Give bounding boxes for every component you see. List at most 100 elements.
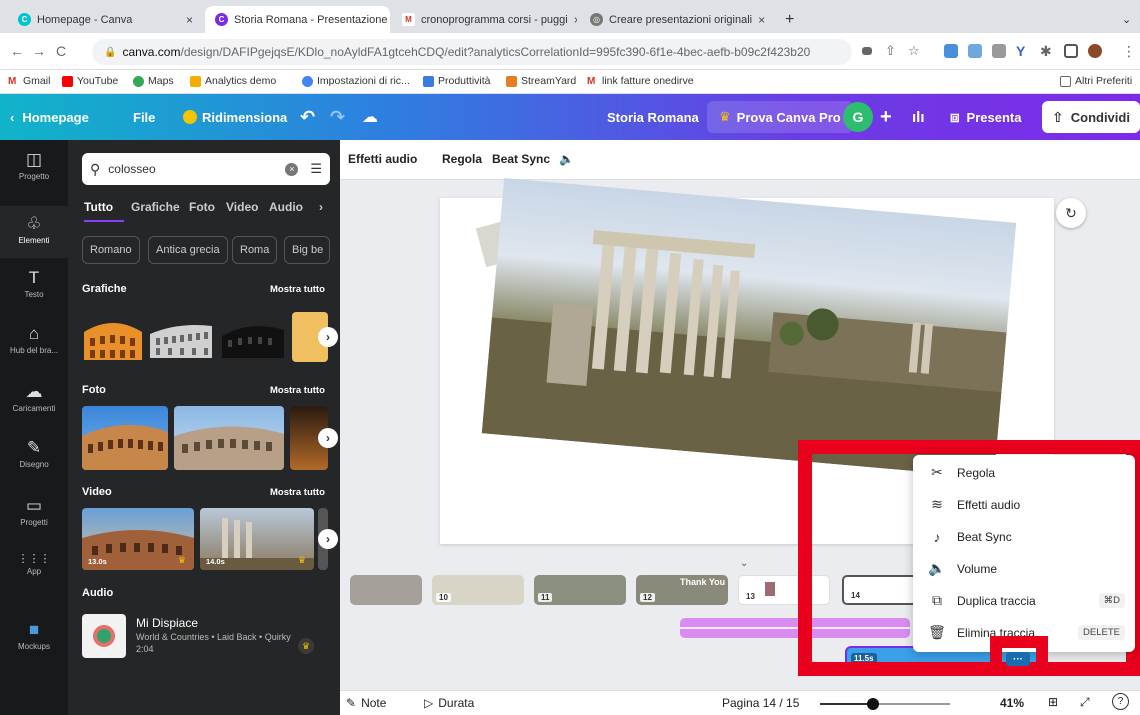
- browser-tab[interactable]: M cronoprogramma corsi - puggi ×: [392, 6, 577, 33]
- rail-mockups[interactable]: ■ Mockups: [0, 620, 68, 651]
- page-indicator[interactable]: Pagina 14 / 15: [722, 696, 799, 710]
- redo-icon[interactable]: ↷: [330, 94, 345, 140]
- rail-text[interactable]: T Testo: [0, 268, 68, 299]
- insights-icon[interactable]: ılı: [912, 94, 925, 140]
- audio-effects-button[interactable]: Effetti audio: [348, 152, 417, 166]
- filter-tab-all[interactable]: Tutto: [84, 200, 113, 214]
- menu-item-audio-effects[interactable]: ≋ Effetti audio: [913, 489, 1135, 520]
- try-pro-button[interactable]: ♛ Prova Canva Pro: [707, 101, 853, 133]
- chevron-right-icon[interactable]: ›: [318, 428, 338, 448]
- bookmark-analytics[interactable]: Analytics demo: [190, 75, 276, 87]
- duration-button[interactable]: ▷ Durata: [424, 696, 474, 710]
- camera-icon[interactable]: [862, 47, 872, 55]
- graphic-colosseum[interactable]: [82, 312, 144, 362]
- refresh-icon[interactable]: ↻: [1056, 198, 1086, 228]
- avatar[interactable]: G: [843, 102, 873, 132]
- page-thumb-14[interactable]: 14: [842, 575, 924, 605]
- undo-icon[interactable]: ↶: [300, 94, 315, 140]
- bookmark-productivity[interactable]: Produttività: [423, 75, 491, 87]
- rail-apps[interactable]: ⋮⋮⋮ App: [0, 552, 68, 576]
- bookmark-gmail[interactable]: M Gmail: [8, 75, 50, 87]
- more-options-button[interactable]: ···: [1006, 652, 1030, 666]
- bookmark-maps[interactable]: Maps: [133, 75, 174, 87]
- page-thumb-13[interactable]: 13: [738, 575, 830, 605]
- rail-project[interactable]: ◫ Progetto: [0, 150, 68, 181]
- new-tab-icon[interactable]: +: [775, 6, 805, 33]
- notes-button[interactable]: ✎ Note: [346, 696, 386, 710]
- chevron-down-icon[interactable]: ⌄: [740, 558, 748, 569]
- grid-view-icon[interactable]: ⊞: [1048, 695, 1058, 709]
- photo-colosseum[interactable]: [174, 406, 284, 470]
- extension-icon[interactable]: Y: [1016, 43, 1025, 59]
- menu-item-beat-sync[interactable]: ♪ Beat Sync: [913, 521, 1135, 552]
- page-thumb-9[interactable]: [350, 575, 422, 605]
- suggestion-chip[interactable]: Roma: [232, 236, 278, 264]
- suggestion-chip[interactable]: Romano: [82, 236, 140, 264]
- file-menu-button[interactable]: File: [133, 94, 155, 140]
- suggestion-chip[interactable]: Antica grecia: [148, 236, 228, 264]
- rail-draw[interactable]: ✎ Disegno: [0, 438, 68, 469]
- back-icon[interactable]: ←: [10, 43, 24, 59]
- close-tab-icon[interactable]: ×: [387, 13, 390, 27]
- show-all-videos[interactable]: Mostra tutto: [270, 487, 325, 498]
- help-icon[interactable]: ?: [1112, 693, 1129, 710]
- video-colosseum[interactable]: 13.0s ♛: [82, 508, 194, 570]
- bookmark-other-folder[interactable]: Altri Preferiti: [1060, 75, 1132, 87]
- zoom-level[interactable]: 41%: [1000, 696, 1024, 710]
- browser-tab[interactable]: ◎ Creare presentazioni originali ×: [580, 6, 770, 33]
- suggestion-chip[interactable]: Big be: [284, 236, 330, 264]
- audio-track[interactable]: [680, 618, 910, 638]
- beat-sync-button[interactable]: Beat Sync: [492, 152, 550, 166]
- page-thumb-12[interactable]: 12 Thank You: [636, 575, 728, 605]
- photo-colosseum[interactable]: [82, 406, 168, 470]
- filter-tab-videos[interactable]: Video: [226, 200, 258, 214]
- rail-brand-hub[interactable]: ⌂ Hub del bra...: [0, 324, 68, 355]
- sidepanel-icon[interactable]: [1064, 44, 1078, 58]
- cloud-save-icon[interactable]: ☁: [362, 94, 378, 140]
- page-thumb-11[interactable]: 11: [534, 575, 626, 605]
- extension-icon[interactable]: [968, 44, 982, 58]
- menu-item-adjust[interactable]: ✂ Regola: [913, 457, 1135, 488]
- rail-elements[interactable]: ♧ Elementi: [0, 206, 68, 258]
- url-field[interactable]: 🔒 canva.com/design/DAFIPgejqsE/KDlo_noAy…: [92, 39, 852, 65]
- graphic-colosseum[interactable]: [148, 312, 214, 362]
- close-tab-icon[interactable]: ×: [752, 13, 765, 27]
- show-all-photos[interactable]: Mostra tutto: [270, 385, 325, 396]
- show-all-graphics[interactable]: Mostra tutto: [270, 284, 325, 295]
- bookmark-star-icon[interactable]: ☆: [908, 43, 920, 59]
- zoom-slider-knob[interactable]: [867, 698, 880, 710]
- chevron-right-icon[interactable]: ›: [319, 200, 323, 214]
- menu-dots-icon[interactable]: ⋮: [1122, 43, 1136, 60]
- graphic-colosseum[interactable]: [220, 312, 286, 362]
- zoom-slider[interactable]: [820, 698, 950, 710]
- close-tab-icon[interactable]: ×: [568, 13, 577, 27]
- bookmark-youtube[interactable]: YouTube: [62, 75, 118, 87]
- home-button[interactable]: ‹ Homepage: [10, 94, 89, 140]
- filter-tab-photos[interactable]: Foto: [189, 200, 215, 214]
- forward-icon[interactable]: →: [32, 43, 46, 59]
- reload-icon[interactable]: C: [56, 43, 66, 59]
- design-title[interactable]: Storia Romana: [607, 94, 699, 140]
- fullscreen-icon[interactable]: ⤢: [1080, 695, 1090, 710]
- resize-button[interactable]: Ridimensiona: [183, 94, 287, 140]
- volume-icon[interactable]: 🔈: [559, 152, 574, 166]
- bookmark-streamyard[interactable]: StreamYard: [506, 75, 576, 87]
- extension-icon[interactable]: [992, 44, 1006, 58]
- search-input[interactable]: ⚲ colosseo × ☰: [82, 153, 330, 185]
- extension-icon[interactable]: [944, 44, 958, 58]
- browser-tab-active[interactable]: C Storia Romana - Presentazione ×: [205, 6, 390, 33]
- bookmark-settings[interactable]: Impostazioni di ric...: [302, 75, 410, 87]
- add-member-icon[interactable]: +: [880, 94, 892, 140]
- chevron-right-icon[interactable]: ›: [318, 327, 338, 347]
- video-roman-forum[interactable]: 14.0s ♛: [200, 508, 314, 570]
- forum-photo[interactable]: [481, 178, 1017, 478]
- clear-search-icon[interactable]: ×: [285, 162, 299, 176]
- close-tab-icon[interactable]: ×: [180, 13, 193, 27]
- rail-uploads[interactable]: ☁ Caricamenti: [0, 382, 68, 413]
- bookmark-invoices[interactable]: Mlink fatture onedirve: [587, 75, 694, 87]
- menu-item-volume[interactable]: 🔈 Volume: [913, 553, 1135, 584]
- page-thumb-10[interactable]: 10: [432, 575, 524, 605]
- filter-sliders-icon[interactable]: ☰: [310, 161, 322, 177]
- profile-avatar[interactable]: [1088, 44, 1102, 58]
- filter-tab-audio[interactable]: Audio: [269, 200, 303, 214]
